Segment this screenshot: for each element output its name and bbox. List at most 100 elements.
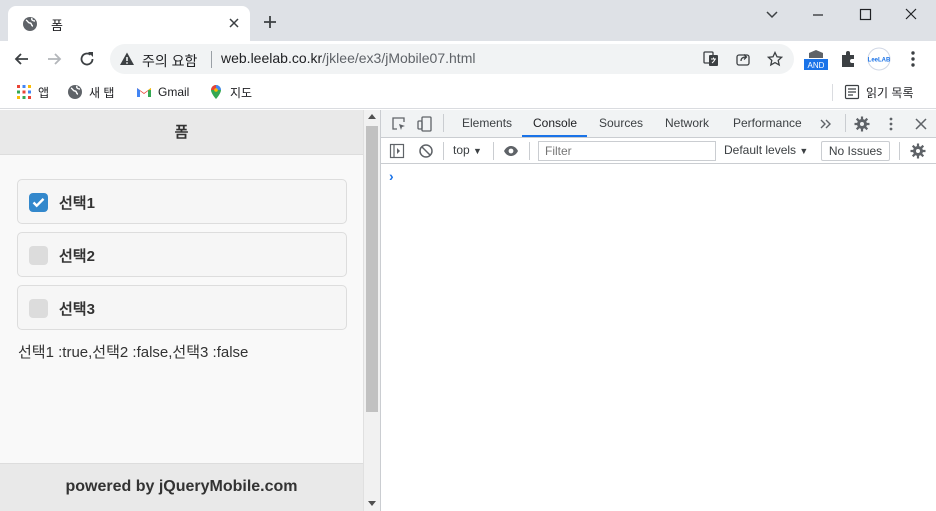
inspect-element-icon[interactable] (391, 116, 407, 132)
devtools-menu-icon[interactable] (883, 116, 899, 132)
bookmark-apps[interactable]: 앱 (16, 83, 49, 101)
tab-strip: 폼 (0, 0, 936, 41)
devtools-divider (899, 142, 900, 160)
globe-icon (23, 17, 37, 31)
url-text[interactable]: web.leelab.co.kr/jklee/ex3/jMobile07.htm… (221, 50, 475, 66)
context-label: top (453, 143, 470, 157)
page-content: 폼 선택1 선택2 선택3 선택1 :true,선택2 :false,선택3 :… (0, 110, 363, 511)
sidebar-toggle-icon[interactable] (389, 143, 405, 159)
devtools-divider (443, 142, 444, 160)
bookmark-gmail[interactable]: Gmail (136, 83, 189, 101)
checkbox-unchecked[interactable] (29, 299, 48, 318)
gmail-icon (137, 88, 151, 97)
browser-toolbar: 주의 요함 web.leelab.co.kr/jklee/ex3/jMobile… (0, 41, 936, 77)
maps-pin-icon (211, 85, 221, 99)
tab-performance[interactable]: Performance (733, 116, 802, 130)
bookmark-label: 앱 (38, 85, 50, 100)
result-text: 선택1 :true,선택2 :false,선택3 :false (18, 344, 249, 361)
new-tab-icon[interactable] (262, 14, 278, 30)
devtools-divider (529, 142, 530, 160)
bookmark-maps[interactable]: 지도 (208, 83, 252, 101)
page-footer: powered by jQueryMobile.com (0, 463, 363, 511)
checkbox-option-1[interactable]: 선택1 (17, 179, 347, 224)
console-toolbar: top ▼ Default levels ▼ No Issues (381, 138, 936, 164)
dropdown-arrow-icon: ▼ (473, 146, 482, 156)
devtools-panel: Elements Console Sources Network Perform… (380, 110, 936, 511)
live-expression-eye-icon[interactable] (503, 143, 519, 159)
profile-label: LeeLAB (868, 58, 891, 64)
bookmarks-bar: 앱 새 탭 Gmail 지도 읽기 목록 (0, 77, 936, 109)
apps-grid-icon (17, 85, 31, 99)
issues-button[interactable]: No Issues (821, 141, 890, 161)
tab-title: 폼 (51, 18, 63, 33)
extension-label: AND (808, 61, 825, 70)
back-icon[interactable] (12, 49, 32, 69)
minimize-icon[interactable] (806, 6, 830, 24)
reading-list-icon (844, 84, 860, 100)
security-label[interactable]: 주의 요함 (142, 51, 197, 71)
checkbox-label: 선택2 (59, 248, 95, 265)
log-levels-dropdown[interactable]: Default levels ▼ (724, 143, 808, 157)
page-scrollbar[interactable] (363, 110, 380, 511)
profile-avatar[interactable]: LeeLAB (866, 47, 892, 71)
devtools-divider (443, 114, 444, 132)
bookmarks-divider (832, 84, 833, 101)
dropdown-arrow-icon: ▼ (799, 146, 809, 156)
context-selector[interactable]: top ▼ (453, 143, 482, 157)
device-toolbar-icon[interactable] (417, 116, 433, 132)
console-prompt[interactable]: › (389, 168, 394, 184)
translate-icon[interactable] (703, 51, 719, 67)
globe-icon (68, 85, 82, 99)
browser-tab[interactable]: 폼 (8, 6, 250, 41)
share-icon[interactable] (735, 51, 751, 67)
close-devtools-icon[interactable] (913, 116, 929, 132)
levels-label: Default levels (724, 143, 797, 157)
tab-search-icon[interactable] (760, 6, 784, 24)
devtools-divider (493, 142, 494, 160)
checkbox-option-2[interactable]: 선택2 (17, 232, 347, 277)
settings-gear-icon[interactable] (854, 116, 870, 132)
console-settings-gear-icon[interactable] (910, 143, 926, 159)
warning-icon[interactable] (119, 51, 135, 67)
tab-elements[interactable]: Elements (462, 116, 512, 130)
extensions-puzzle-icon[interactable] (837, 47, 861, 71)
checkmark-icon (32, 198, 45, 208)
omnibox-divider (211, 51, 212, 68)
bookmark-label: 지도 (230, 85, 253, 100)
reload-icon[interactable] (77, 49, 97, 69)
tab-network[interactable]: Network (665, 116, 709, 130)
devtools-tab-bar: Elements Console Sources Network Perform… (381, 110, 936, 138)
close-window-icon[interactable] (899, 6, 923, 24)
browser-window: 폼 주의 요함 web.leelab.co.kr/jklee/ex3/jMobi… (0, 0, 936, 511)
tab-sources[interactable]: Sources (599, 116, 643, 130)
checkbox-checked[interactable] (29, 193, 48, 212)
clear-console-icon[interactable] (418, 143, 434, 159)
close-tab-icon[interactable] (226, 15, 242, 31)
scroll-up-arrow[interactable] (368, 114, 376, 119)
address-bar[interactable]: 주의 요함 web.leelab.co.kr/jklee/ex3/jMobile… (110, 44, 794, 74)
url-host: web.leelab.co.kr (221, 50, 323, 66)
checkbox-label: 선택3 (59, 301, 95, 318)
devtools-divider (845, 114, 846, 132)
forward-icon[interactable] (44, 49, 64, 69)
url-path: /jklee/ex3/jMobile07.html (322, 50, 476, 66)
bookmark-label: 새 탭 (89, 85, 115, 100)
menu-dots-icon[interactable] (901, 47, 925, 71)
maximize-icon[interactable] (853, 6, 877, 24)
page-header: 폼 (0, 110, 363, 155)
bookmark-star-icon[interactable] (767, 51, 783, 67)
tab-console[interactable]: Console (533, 116, 577, 130)
console-filter-input[interactable] (538, 141, 716, 161)
more-tabs-icon[interactable] (818, 116, 834, 132)
and-extension-icon[interactable]: AND (803, 47, 829, 71)
active-tab-indicator (522, 135, 587, 137)
scroll-down-arrow[interactable] (368, 501, 376, 506)
reading-list-label: 읽기 목록 (866, 85, 914, 100)
checkbox-option-3[interactable]: 선택3 (17, 285, 347, 330)
reading-list[interactable]: 읽기 목록 (844, 83, 914, 101)
checkbox-unchecked[interactable] (29, 246, 48, 265)
checkbox-label: 선택1 (59, 195, 95, 212)
bookmark-new-tab[interactable]: 새 탭 (67, 83, 114, 101)
scrollbar-thumb[interactable] (366, 126, 378, 412)
bookmark-label: Gmail (158, 85, 190, 99)
